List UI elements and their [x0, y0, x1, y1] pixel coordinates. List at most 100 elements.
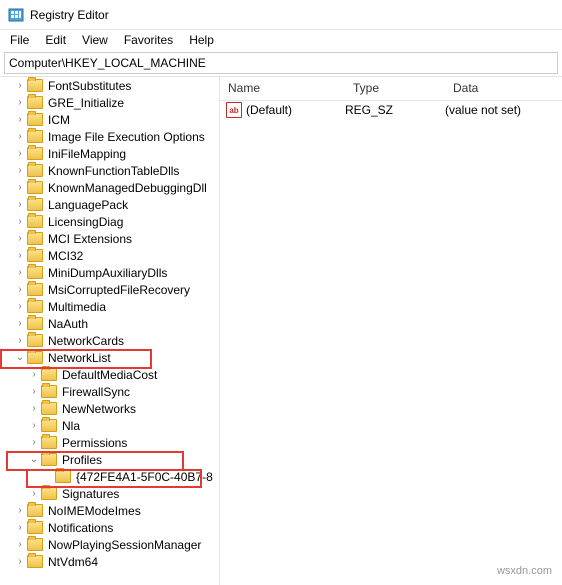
folder-icon [27, 164, 43, 177]
chevron-right-icon[interactable]: › [28, 386, 40, 398]
chevron-right-icon[interactable]: › [14, 148, 26, 160]
chevron-right-icon[interactable]: › [14, 335, 26, 347]
address-bar[interactable]: Computer\HKEY_LOCAL_MACHINE [4, 52, 558, 74]
value-type: REG_SZ [345, 103, 445, 117]
tree-item[interactable]: ›GRE_Initialize [0, 94, 220, 111]
column-type[interactable]: Type [345, 77, 445, 100]
chevron-right-icon[interactable]: › [14, 80, 26, 92]
folder-icon [55, 470, 71, 483]
tree-item-label: MiniDumpAuxiliaryDlls [46, 266, 169, 280]
chevron-right-icon[interactable]: › [14, 505, 26, 517]
tree-item[interactable]: ›NowPlayingSessionManager [0, 536, 220, 553]
tree-item[interactable]: ›Permissions [0, 434, 220, 451]
chevron-right-icon[interactable]: › [28, 437, 40, 449]
chevron-right-icon[interactable]: › [14, 233, 26, 245]
tree-item-label: Nla [60, 419, 82, 433]
chevron-right-icon[interactable]: › [14, 301, 26, 313]
tree-item[interactable]: ›MCI32 [0, 247, 220, 264]
tree-item[interactable]: › Notifications [0, 519, 220, 536]
chevron-right-icon[interactable]: › [14, 522, 26, 534]
folder-icon [27, 300, 43, 313]
tree-item[interactable]: ›KnownFunctionTableDlls [0, 162, 220, 179]
folder-icon [27, 215, 43, 228]
chevron-right-icon[interactable]: › [14, 97, 26, 109]
chevron-right-icon[interactable]: › [14, 131, 26, 143]
tree-item[interactable]: › Nla [0, 417, 220, 434]
tree-item[interactable]: ›MsiCorruptedFileRecovery [0, 281, 220, 298]
tree-item-label: LicensingDiag [46, 215, 125, 229]
tree-item[interactable]: {472FE4A1-5F0C-40B7-8 [0, 468, 220, 485]
tree-item[interactable]: › NewNetworks [0, 400, 220, 417]
tree-item[interactable]: ›DefaultMediaCost [0, 366, 220, 383]
menu-bar: File Edit View Favorites Help [0, 30, 562, 50]
tree-item[interactable]: ›LanguagePack [0, 196, 220, 213]
chevron-right-icon[interactable]: › [14, 284, 26, 296]
chevron-right-icon[interactable]: › [14, 165, 26, 177]
tree-item[interactable]: ⌄Profiles [0, 451, 220, 468]
folder-icon [27, 283, 43, 296]
string-value-icon: ab [226, 102, 242, 118]
folder-icon [27, 198, 43, 211]
tree-item-label: Signatures [60, 487, 121, 501]
tree-item[interactable]: › MCI Extensions [0, 230, 220, 247]
folder-icon [27, 521, 43, 534]
menu-favorites[interactable]: Favorites [118, 31, 179, 49]
tree-item-label: FontSubstitutes [46, 79, 133, 93]
chevron-right-icon[interactable]: › [28, 488, 40, 500]
value-data: (value not set) [445, 103, 562, 117]
chevron-right-icon[interactable]: › [28, 420, 40, 432]
tree-item[interactable]: ›IniFileMapping [0, 145, 220, 162]
tree-item[interactable]: › NoIMEModeImes [0, 502, 220, 519]
chevron-right-icon[interactable]: › [14, 556, 26, 568]
tree-item-label: Notifications [46, 521, 115, 535]
chevron-down-icon[interactable]: ⌄ [28, 454, 40, 466]
tree-item[interactable]: ›FirewallSync [0, 383, 220, 400]
chevron-right-icon[interactable]: › [28, 403, 40, 415]
menu-help[interactable]: Help [183, 31, 220, 49]
folder-icon [27, 232, 43, 245]
tree-item[interactable]: ›NetworkCards [0, 332, 220, 349]
menu-edit[interactable]: Edit [39, 31, 72, 49]
tree-item[interactable]: › Signatures [0, 485, 220, 502]
column-name[interactable]: Name [220, 77, 345, 100]
tree-item[interactable]: ›KnownManagedDebuggingDll [0, 179, 220, 196]
values-pane: Name Type Data ab(Default)REG_SZ(value n… [220, 77, 562, 585]
tree-item[interactable]: › ICM [0, 111, 220, 128]
chevron-right-icon[interactable]: › [14, 216, 26, 228]
expander-empty [42, 471, 54, 483]
chevron-down-icon[interactable]: ⌄ [14, 352, 26, 364]
tree-item[interactable]: ›NtVdm64 [0, 553, 220, 570]
folder-icon [27, 249, 43, 262]
tree-pane[interactable]: ›FontSubstitutes›GRE_Initialize›ICM›Imag… [0, 77, 220, 585]
chevron-right-icon[interactable]: › [14, 267, 26, 279]
chevron-right-icon[interactable]: › [14, 318, 26, 330]
folder-icon [27, 266, 43, 279]
tree-item-label: NoIMEModeImes [46, 504, 143, 518]
tree-item[interactable]: › LicensingDiag [0, 213, 220, 230]
tree-item-label: MCI Extensions [46, 232, 134, 246]
folder-icon [41, 453, 57, 466]
tree-item-label: NewNetworks [60, 402, 138, 416]
tree-item[interactable]: ›Multimedia [0, 298, 220, 315]
column-data[interactable]: Data [445, 77, 562, 100]
chevron-right-icon[interactable]: › [14, 182, 26, 194]
chevron-right-icon[interactable]: › [28, 369, 40, 381]
tree-item[interactable]: › NaAuth [0, 315, 220, 332]
folder-icon [27, 555, 43, 568]
tree-item[interactable]: ⌄ NetworkList [0, 349, 220, 366]
chevron-right-icon[interactable]: › [14, 539, 26, 551]
value-row[interactable]: ab(Default)REG_SZ(value not set) [220, 101, 562, 119]
folder-icon [27, 181, 43, 194]
tree-item-label: NetworkList [46, 351, 113, 365]
chevron-right-icon[interactable]: › [14, 250, 26, 262]
menu-view[interactable]: View [76, 31, 114, 49]
tree-item[interactable]: › FontSubstitutes [0, 77, 220, 94]
tree-item[interactable]: › MiniDumpAuxiliaryDlls [0, 264, 220, 281]
values-header: Name Type Data [220, 77, 562, 101]
menu-file[interactable]: File [4, 31, 35, 49]
tree-item[interactable]: ›Image File Execution Options [0, 128, 220, 145]
chevron-right-icon[interactable]: › [14, 199, 26, 211]
tree-item-label: NaAuth [46, 317, 90, 331]
chevron-right-icon[interactable]: › [14, 114, 26, 126]
tree-item-label: ICM [46, 113, 72, 127]
